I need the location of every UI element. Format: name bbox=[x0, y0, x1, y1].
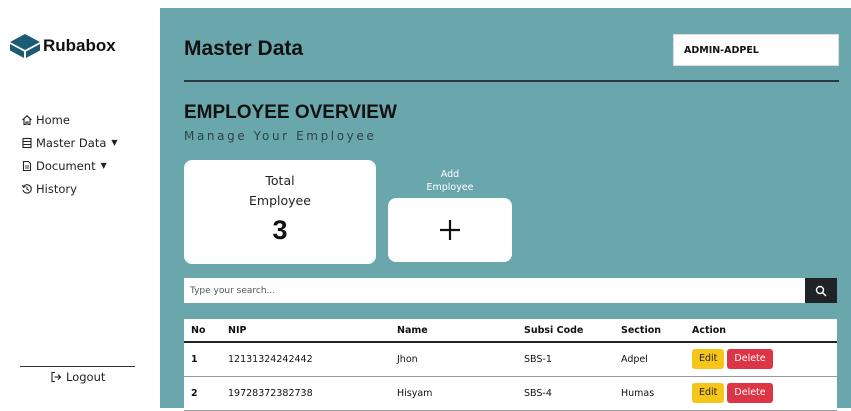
sidebar-item-label: Home bbox=[36, 112, 70, 127]
total-label-line-1: Total bbox=[265, 173, 295, 188]
caret-down-icon: ▼ bbox=[111, 138, 118, 147]
table-row: 2 19728372382738 Hisyam SBS-4 Humas Edit… bbox=[184, 376, 837, 411]
sidebar-item-home[interactable]: Home bbox=[20, 108, 118, 131]
cell-name: Jhon bbox=[390, 342, 517, 377]
column-header-subsi-code[interactable]: Subsi Code bbox=[517, 319, 614, 343]
page-title: Master Data bbox=[184, 37, 304, 60]
logout-icon bbox=[50, 371, 62, 383]
column-header-name[interactable]: Name bbox=[390, 319, 517, 343]
plus-icon bbox=[440, 220, 460, 240]
sidebar-item-history[interactable]: History bbox=[20, 177, 118, 200]
cell-section: Adpel bbox=[614, 342, 685, 377]
brand-name: Rubabox bbox=[43, 36, 116, 55]
cell-subsi-code: SBS-1 bbox=[517, 342, 614, 377]
table-header-row: No NIP Name Subsi Code Section Action bbox=[184, 319, 837, 343]
search-input[interactable]: Type your search... bbox=[184, 278, 805, 303]
column-header-nip[interactable]: NIP bbox=[221, 319, 390, 343]
table-row: 1 12131324242442 Jhon SBS-1 Adpel Edit De… bbox=[184, 342, 837, 377]
logout-button[interactable]: Logout bbox=[50, 370, 105, 384]
cell-subsi-code: SBS-4 bbox=[517, 376, 614, 411]
sidebar-item-master-data[interactable]: Master Data ▼ bbox=[20, 131, 118, 154]
edit-button[interactable]: Edit bbox=[692, 383, 725, 403]
database-icon bbox=[20, 136, 33, 149]
search-button[interactable] bbox=[805, 278, 837, 303]
sidebar-item-label: Master Data bbox=[36, 135, 107, 150]
home-icon bbox=[20, 113, 33, 126]
sidebar-item-document[interactable]: Document ▼ bbox=[20, 154, 118, 177]
total-employee-card: Total Employee 3 bbox=[184, 160, 376, 264]
delete-button[interactable]: Delete bbox=[727, 349, 773, 370]
cell-nip: 19728372382738 bbox=[221, 376, 390, 411]
add-label-line-1: Add bbox=[440, 169, 460, 180]
caret-down-icon: ▼ bbox=[100, 161, 107, 170]
main-content: Master Data ADMIN-ADPEL EMPLOYEE OVERVIE… bbox=[160, 8, 851, 411]
sidebar-nav: Home Master Data ▼ Document ▼ History bbox=[20, 108, 118, 200]
add-employee-button[interactable] bbox=[388, 198, 512, 262]
total-label-line-2: Employee bbox=[249, 193, 311, 208]
user-badge[interactable]: ADMIN-ADPEL bbox=[673, 34, 839, 66]
cell-no: 2 bbox=[184, 376, 221, 411]
section-subtitle: Manage Your Employee bbox=[184, 129, 377, 143]
cube-logo-icon bbox=[10, 34, 40, 58]
sidebar: Rubabox Home Master Data ▼ Document ▼ Hi… bbox=[0, 0, 160, 408]
cell-action: Edit Delete bbox=[685, 342, 837, 377]
cell-action: Edit Delete bbox=[685, 376, 837, 411]
section-title: EMPLOYEE OVERVIEW bbox=[184, 102, 397, 123]
column-header-no[interactable]: No bbox=[184, 319, 221, 343]
add-label-line-2: Employee bbox=[426, 182, 474, 193]
column-header-section[interactable]: Section bbox=[614, 319, 685, 343]
header-divider bbox=[184, 80, 839, 82]
edit-button[interactable]: Edit bbox=[692, 349, 725, 370]
logout-divider bbox=[20, 366, 135, 367]
logout-label: Logout bbox=[66, 370, 106, 384]
document-icon bbox=[20, 159, 33, 172]
column-header-action: Action bbox=[685, 319, 837, 343]
cell-name: Hisyam bbox=[390, 376, 517, 411]
sidebar-item-label: Document bbox=[36, 158, 96, 173]
cell-no: 1 bbox=[184, 342, 221, 377]
history-icon bbox=[20, 182, 33, 195]
add-employee-label: Add Employee bbox=[388, 168, 512, 194]
sidebar-item-label: History bbox=[36, 181, 77, 196]
cell-nip: 12131324242442 bbox=[221, 342, 390, 377]
total-employee-count: 3 bbox=[272, 215, 288, 245]
brand[interactable]: Rubabox bbox=[9, 33, 116, 59]
employee-table: No NIP Name Subsi Code Section Action 1 … bbox=[184, 319, 837, 411]
cell-section: Humas bbox=[614, 376, 685, 411]
delete-button[interactable]: Delete bbox=[727, 383, 773, 403]
search-icon bbox=[815, 285, 827, 297]
